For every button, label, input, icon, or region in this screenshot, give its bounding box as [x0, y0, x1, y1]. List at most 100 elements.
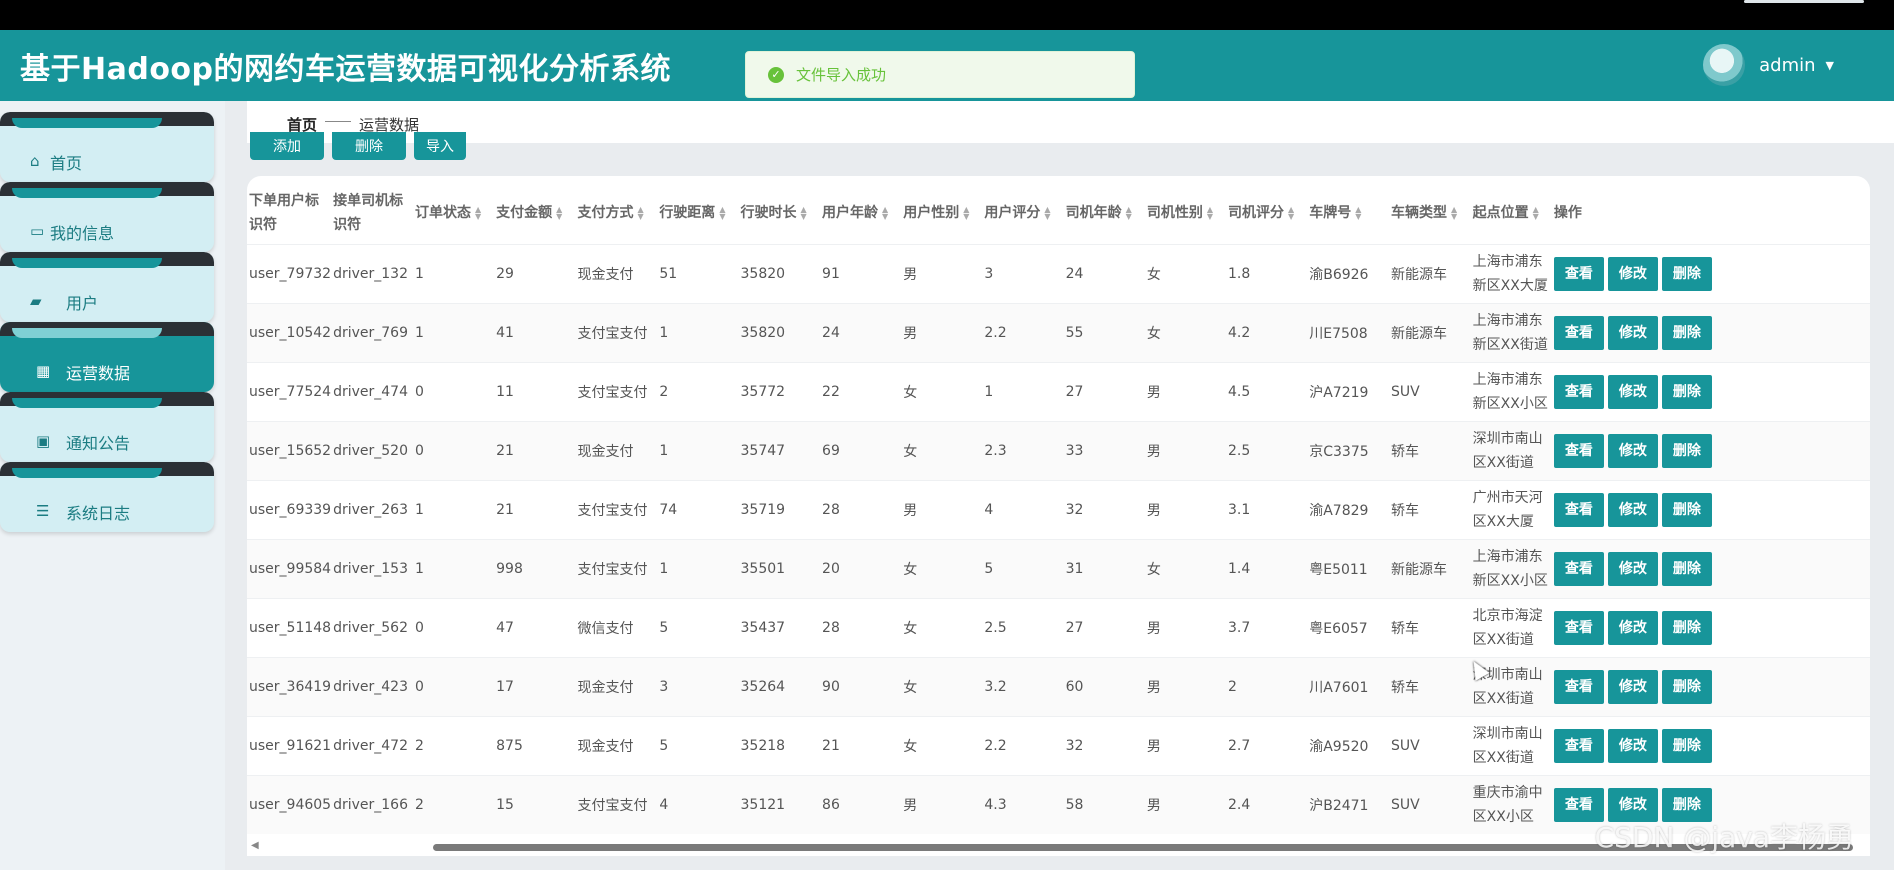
sort-icon[interactable]: ▲ ▼: [637, 206, 643, 221]
sidebar-item-users[interactable]: ▰ 用户: [0, 252, 214, 322]
sort-icon[interactable]: ▲ ▼: [556, 206, 562, 221]
row-delete-button[interactable]: 删除: [1661, 375, 1712, 409]
sort-icon[interactable]: ▲ ▼: [801, 206, 807, 221]
row-delete-button[interactable]: 删除: [1661, 670, 1712, 704]
user-menu[interactable]: admin ▼: [1703, 44, 1834, 86]
edit-button[interactable]: 修改: [1607, 729, 1658, 763]
sidebar-item-system-log[interactable]: ☰ 系统日志: [0, 462, 214, 532]
sidebar-item-home[interactable]: ⌂ 首页: [0, 112, 214, 182]
table-cell: 渝A7829: [1307, 480, 1389, 540]
breadcrumb: 首页 运营数据: [247, 101, 1894, 143]
table-cell: 现金支付: [575, 244, 658, 304]
table-cell: 3.2: [982, 657, 1064, 717]
sort-icon[interactable]: ▲ ▼: [963, 206, 969, 221]
view-button[interactable]: 查看: [1553, 316, 1604, 350]
column-header[interactable]: 司机年龄 ▲ ▼: [1064, 182, 1145, 245]
table-cell: user_94605: [247, 775, 332, 834]
table-cell: 男: [1144, 480, 1226, 540]
edit-button[interactable]: 修改: [1607, 375, 1658, 409]
edit-button[interactable]: 修改: [1607, 611, 1658, 645]
view-button[interactable]: 查看: [1553, 670, 1604, 704]
column-header[interactable]: 用户性别 ▲ ▼: [901, 182, 982, 245]
view-button[interactable]: 查看: [1553, 552, 1604, 586]
row-delete-button[interactable]: 删除: [1661, 493, 1712, 527]
sort-icon[interactable]: ▲ ▼: [1044, 206, 1050, 221]
sort-icon[interactable]: ▲ ▼: [1288, 206, 1294, 221]
column-header[interactable]: 支付金额 ▲ ▼: [494, 182, 575, 245]
column-header[interactable]: 订单状态 ▲ ▼: [413, 182, 494, 245]
edit-button[interactable]: 修改: [1607, 434, 1658, 468]
column-header-label: 订单状态: [415, 205, 471, 221]
column-header[interactable]: 接单司机标识符: [331, 182, 413, 245]
column-header[interactable]: 司机性别 ▲ ▼: [1145, 182, 1226, 245]
import-button[interactable]: 导入: [414, 132, 466, 160]
sort-icon[interactable]: ▲ ▼: [1126, 206, 1132, 221]
column-header[interactable]: 用户评分 ▲ ▼: [982, 182, 1063, 245]
sort-icon[interactable]: ▲ ▼: [719, 206, 725, 221]
column-header[interactable]: 司机评分 ▲ ▼: [1226, 182, 1307, 245]
edit-button[interactable]: 修改: [1607, 493, 1658, 527]
table-cell: 现金支付: [575, 421, 658, 481]
row-actions: 查看 修改 删除: [1551, 421, 1870, 481]
table-cell: driver_474: [331, 362, 413, 422]
table-cell: driver_520: [331, 421, 413, 481]
table-cell: 4: [657, 775, 739, 834]
edit-button[interactable]: 修改: [1607, 552, 1658, 586]
view-button[interactable]: 查看: [1553, 729, 1604, 763]
column-header[interactable]: 支付方式 ▲ ▼: [575, 182, 657, 245]
view-button[interactable]: 查看: [1553, 434, 1604, 468]
table-cell: 深圳市南山区XX街道: [1470, 716, 1552, 776]
edit-button[interactable]: 修改: [1607, 316, 1658, 350]
column-header[interactable]: 行驶距离 ▲ ▼: [657, 182, 738, 245]
table-cell: 2: [1225, 657, 1308, 717]
sort-icon[interactable]: ▲ ▼: [1451, 206, 1457, 221]
column-header-label: 车牌号: [1309, 205, 1352, 221]
column-header[interactable]: 起点位置 ▲ ▼: [1471, 182, 1552, 245]
column-header-label: 车辆类型: [1390, 205, 1447, 221]
edit-button[interactable]: 修改: [1607, 257, 1658, 291]
column-header[interactable]: 车辆类型 ▲ ▼: [1389, 182, 1471, 245]
home-icon: ⌂: [30, 152, 40, 170]
sidebar-item-label: 首页: [50, 154, 83, 173]
row-delete-button[interactable]: 删除: [1661, 611, 1712, 645]
delete-button[interactable]: 删除: [332, 132, 406, 160]
sidebar-item-operations-data[interactable]: ▦ 运营数据: [0, 322, 214, 392]
view-button[interactable]: 查看: [1553, 493, 1604, 527]
view-button[interactable]: 查看: [1553, 257, 1604, 291]
table-cell: driver_562: [331, 598, 413, 658]
list-icon: ☰: [36, 502, 50, 520]
table-cell: 女: [901, 421, 983, 481]
sidebar-item-notices[interactable]: ▣ 通知公告: [0, 392, 214, 462]
scroll-left-icon[interactable]: ◀: [251, 840, 259, 851]
column-header-label: 用户评分: [984, 205, 1041, 221]
edit-button[interactable]: 修改: [1607, 670, 1658, 704]
row-delete-button[interactable]: 删除: [1661, 552, 1712, 586]
sort-icon[interactable]: ▲ ▼: [882, 206, 888, 221]
sort-icon[interactable]: ▲ ▼: [475, 206, 481, 221]
sort-icon[interactable]: ▲ ▼: [1207, 206, 1213, 221]
table-cell: 1.8: [1225, 244, 1308, 304]
table-cell: 31: [1063, 539, 1145, 599]
table-cell: 川A7601: [1307, 657, 1389, 717]
column-header[interactable]: 行驶时长 ▲ ▼: [739, 182, 821, 245]
add-button[interactable]: 添加: [250, 132, 324, 160]
column-header[interactable]: 车牌号 ▲ ▼: [1307, 182, 1389, 245]
table-cell: 60: [1063, 657, 1145, 717]
view-button[interactable]: 查看: [1553, 611, 1604, 645]
table-cell: 91: [820, 244, 902, 304]
table-cell: 74: [657, 480, 739, 540]
sort-icon[interactable]: ▲ ▼: [1355, 206, 1361, 221]
sidebar-item-my-info[interactable]: ▭ 我的信息: [0, 182, 214, 252]
column-header[interactable]: 下单用户标识符: [247, 182, 331, 245]
username[interactable]: admin: [1759, 55, 1815, 76]
sort-icon[interactable]: ▲ ▼: [1533, 206, 1539, 221]
row-delete-button[interactable]: 删除: [1661, 257, 1712, 291]
row-delete-button[interactable]: 删除: [1661, 729, 1712, 763]
view-button[interactable]: 查看: [1553, 375, 1604, 409]
table-cell: 35121: [738, 775, 821, 834]
row-delete-button[interactable]: 删除: [1661, 434, 1712, 468]
column-header[interactable]: 用户年龄 ▲ ▼: [820, 182, 901, 245]
avatar[interactable]: [1703, 44, 1746, 86]
row-delete-button[interactable]: 删除: [1661, 316, 1712, 350]
caret-down-icon[interactable]: ▼: [1826, 59, 1834, 72]
